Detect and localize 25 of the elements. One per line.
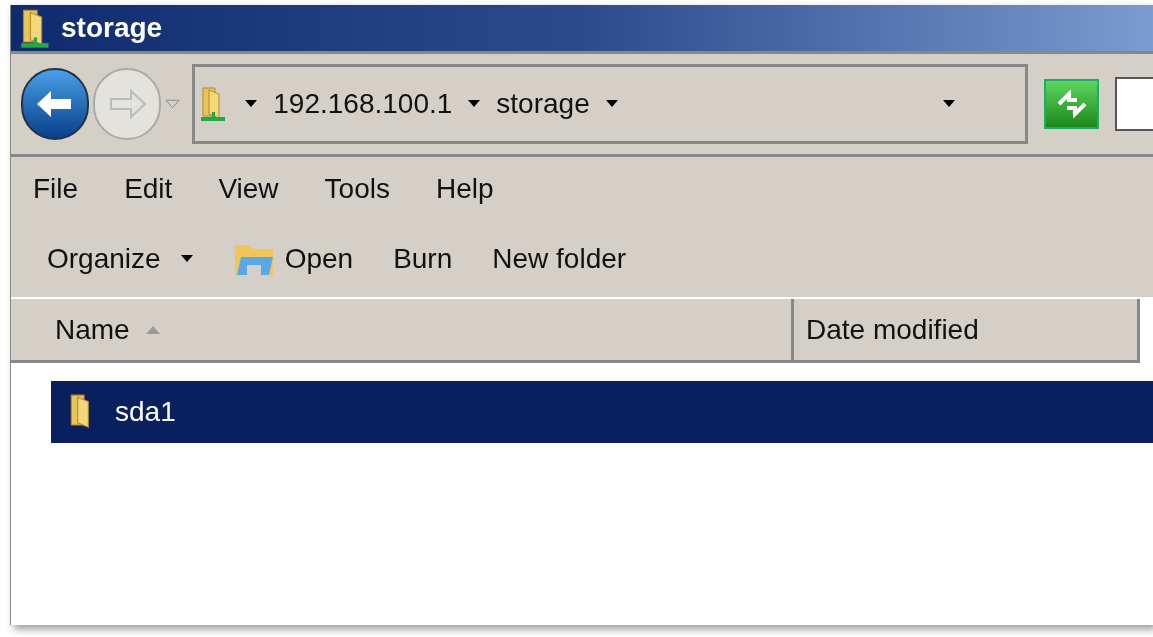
menu-item[interactable]: File bbox=[33, 168, 79, 210]
address-bar[interactable]: 192.168.100.1 storage bbox=[192, 64, 1029, 144]
breadcrumb-segment[interactable]: 192.168.100.1 bbox=[273, 83, 453, 125]
column-header[interactable]: Name bbox=[11, 299, 794, 363]
caret-icon bbox=[180, 255, 193, 263]
organize-button[interactable]: Organize bbox=[47, 238, 193, 280]
menu-item[interactable]: View bbox=[218, 168, 279, 210]
menu-item[interactable]: Tools bbox=[324, 168, 390, 210]
menu-item[interactable]: Help bbox=[435, 168, 494, 210]
caret-icon bbox=[605, 100, 618, 108]
file-row[interactable]: sda1 bbox=[51, 381, 1153, 443]
file-name: sda1 bbox=[115, 395, 176, 429]
refresh-button[interactable] bbox=[1044, 79, 1100, 129]
search-field[interactable] bbox=[1115, 77, 1153, 131]
open-button[interactable]: Open bbox=[232, 238, 354, 280]
menu-item[interactable]: Edit bbox=[124, 168, 173, 210]
toolbar-button[interactable]: Burn bbox=[393, 238, 453, 280]
breadcrumb-segment[interactable]: storage bbox=[496, 83, 590, 125]
window-title: storage bbox=[61, 11, 163, 45]
caret-icon bbox=[245, 100, 258, 108]
address-dropdown-icon bbox=[943, 100, 956, 108]
column-header[interactable]: Date modified bbox=[794, 299, 1140, 363]
caret-icon bbox=[468, 100, 481, 108]
toolbar-button[interactable]: New folder bbox=[492, 238, 627, 280]
forward-arrow-icon bbox=[107, 89, 148, 119]
